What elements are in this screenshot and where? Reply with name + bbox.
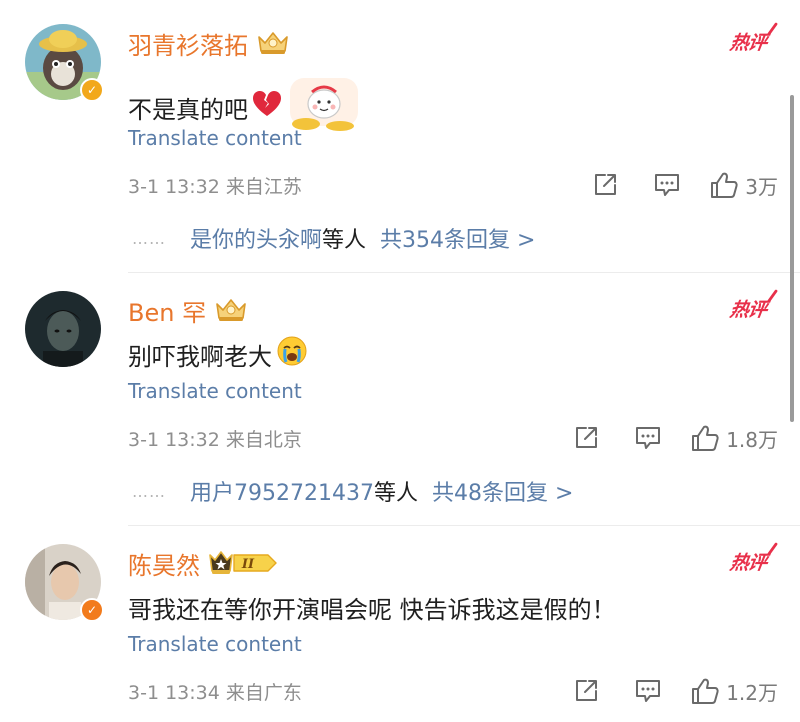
like-count: 3万 xyxy=(745,174,778,199)
username[interactable]: 羽青衫落拓 xyxy=(128,26,248,61)
broken-heart-icon xyxy=(252,90,282,124)
crying-face-icon xyxy=(276,335,308,373)
replies-link[interactable]: …… 用户7952721437 等人 共48条回复 > xyxy=(128,475,573,507)
username[interactable]: Ben 罕 xyxy=(128,293,206,328)
crown-badge-icon xyxy=(256,30,290,56)
reply-suffix: 等人 xyxy=(373,481,418,506)
reply-total[interactable]: 共48条回复 > xyxy=(432,475,573,507)
translate-link[interactable]: Translate content xyxy=(128,126,302,150)
comment-text: 哥我还在等你开演唱会呢 快告诉我这是假的！ xyxy=(128,596,616,624)
scrollbar[interactable] xyxy=(790,95,794,422)
time-location: 3-1 13:32 来自北京 xyxy=(128,428,302,451)
reply-dots: …… xyxy=(132,481,166,501)
avatar[interactable] xyxy=(25,291,101,367)
comment-icon xyxy=(636,427,661,449)
divider xyxy=(128,525,800,526)
share-icon xyxy=(576,427,598,448)
comment-button[interactable] xyxy=(628,423,668,453)
share-icon xyxy=(576,680,598,701)
svg-text:II: II xyxy=(241,557,255,572)
comment-text: 别吓我啊老大 xyxy=(128,335,308,373)
share-button[interactable] xyxy=(566,676,606,706)
reply-dots: …… xyxy=(132,228,166,248)
share-button[interactable] xyxy=(585,170,625,200)
like-count: 1.8万 xyxy=(726,427,778,452)
time-location: 3-1 13:34 来自广东 xyxy=(128,681,302,704)
translate-link[interactable]: Translate content xyxy=(128,379,302,403)
thumbs-up-icon xyxy=(692,678,719,704)
replies-link[interactable]: …… 是你的头汆啊 等人 共354条回复 > xyxy=(128,222,535,254)
verified-badge-icon: ✓ xyxy=(80,598,104,622)
comment-button[interactable] xyxy=(647,170,687,200)
thumbs-up-icon xyxy=(692,425,719,451)
translate-link[interactable]: Translate content xyxy=(128,632,302,656)
crown-badge-icon xyxy=(214,297,248,323)
like-count: 1.2万 xyxy=(726,680,778,705)
hot-comment-badge: 热评 xyxy=(724,22,779,58)
time-location: 3-1 13:32 来自江苏 xyxy=(128,175,302,198)
share-button[interactable] xyxy=(566,423,606,453)
reply-users[interactable]: 用户7952721437 xyxy=(190,475,374,507)
hot-comment-badge: 热评 xyxy=(724,289,779,325)
comment-icon xyxy=(655,174,680,196)
thumbs-up-icon xyxy=(711,172,738,198)
like-button[interactable]: 1.8万 xyxy=(690,423,778,453)
hot-comment-badge: 热评 xyxy=(724,542,779,578)
like-button[interactable]: 3万 xyxy=(709,170,778,200)
crown-level-badge-icon: II xyxy=(208,549,278,577)
comment-icon xyxy=(636,680,661,702)
reply-suffix: 等人 xyxy=(322,228,367,253)
reply-users[interactable]: 是你的头汆啊 xyxy=(190,222,322,254)
like-button[interactable]: 1.2万 xyxy=(690,676,778,706)
reply-total[interactable]: 共354条回复 > xyxy=(380,222,535,254)
share-icon xyxy=(595,174,617,195)
username[interactable]: 陈昊然 xyxy=(128,546,200,581)
comment-button[interactable] xyxy=(628,676,668,706)
divider xyxy=(128,272,800,273)
verified-badge-icon: ✓ xyxy=(80,78,104,102)
